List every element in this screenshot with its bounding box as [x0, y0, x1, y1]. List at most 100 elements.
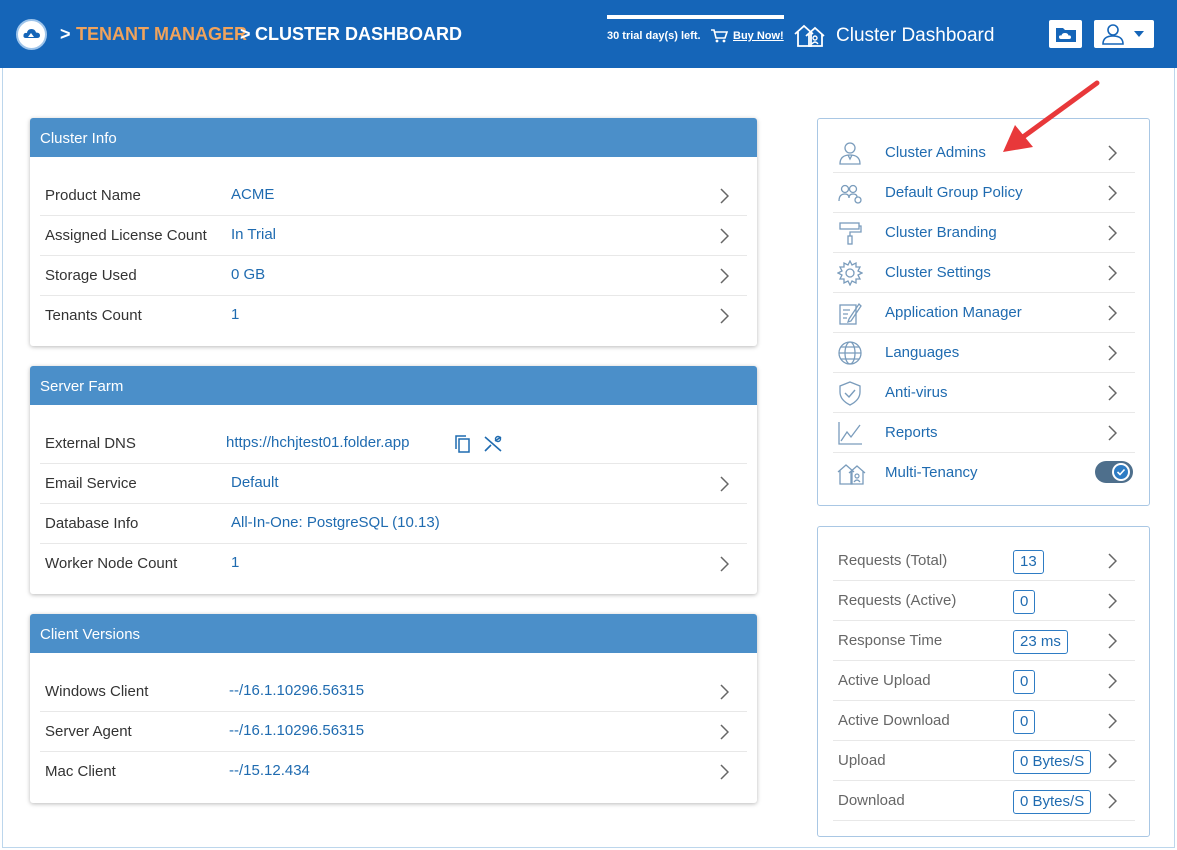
chevron-right-icon[interactable]	[719, 764, 729, 780]
buy-now-link[interactable]: Buy Now!	[733, 30, 784, 42]
stat-label: Response Time	[838, 632, 943, 649]
breadcrumb-tenant-manager[interactable]: TENANT MANAGER	[76, 24, 247, 45]
row-value[interactable]: --/16.1.10296.56315	[229, 682, 364, 699]
row-value[interactable]: --/16.1.10296.56315	[229, 722, 364, 739]
menu-item-cluster-settings[interactable]: Cluster Settings	[833, 253, 1135, 293]
stat-value-badge: 13	[1013, 550, 1044, 574]
cluster-info-row[interactable]: Storage Used 0 GB	[40, 256, 747, 296]
folder-icon	[1056, 28, 1076, 42]
stat-value-badge: 0	[1013, 590, 1036, 614]
chevron-right-icon	[1108, 425, 1117, 441]
row-label: Windows Client	[45, 683, 149, 700]
breadcrumb-separator: >	[240, 24, 251, 44]
external-dns-link[interactable]: https://hchjtest01.folder.app	[226, 434, 409, 451]
chevron-right-icon[interactable]	[719, 228, 729, 244]
menu-item-cluster-branding[interactable]: Cluster Branding	[833, 213, 1135, 253]
chevron-right-icon[interactable]	[1107, 673, 1117, 689]
trial-days-text: 30 trial day(s) left.	[607, 30, 701, 42]
chevron-right-icon	[1108, 145, 1117, 161]
row-value[interactable]: 1	[231, 306, 239, 323]
server-farm-card: Server Farm External DNS https://hchjtes…	[30, 366, 757, 594]
multi-tenancy-toggle[interactable]	[1095, 461, 1133, 483]
multi-tenancy-icon	[837, 464, 866, 485]
cluster-info-row[interactable]: Product Name ACME	[40, 176, 747, 216]
toggle-knob	[1112, 463, 1130, 481]
chevron-right-icon	[1108, 265, 1117, 281]
row-value[interactable]: 1	[231, 554, 239, 571]
chevron-right-icon[interactable]	[719, 556, 729, 572]
stat-row[interactable]: Response Time 23 ms	[833, 621, 1135, 661]
menu-item-default-group-policy[interactable]: Default Group Policy	[833, 173, 1135, 213]
stat-row[interactable]: Active Upload 0	[833, 661, 1135, 701]
chevron-right-icon[interactable]	[719, 188, 729, 204]
row-value[interactable]: 0 GB	[231, 266, 265, 283]
cluster-info-row[interactable]: Assigned License Count In Trial	[40, 216, 747, 256]
stats-panel: Requests (Total) 13 Requests (Active) 0 …	[817, 526, 1150, 837]
chevron-right-icon[interactable]	[1107, 753, 1117, 769]
client-version-row[interactable]: Server Agent --/16.1.10296.56315	[40, 712, 747, 752]
menu-item-application-manager[interactable]: Application Manager	[833, 293, 1135, 333]
multi-tenancy-house-icon	[794, 24, 825, 47]
tools-icon[interactable]	[483, 435, 503, 453]
chevron-right-icon[interactable]	[1107, 593, 1117, 609]
menu-item-label: Anti-virus	[885, 384, 948, 401]
row-label: External DNS	[45, 435, 136, 452]
stat-label: Requests (Total)	[838, 552, 948, 569]
chevron-right-icon[interactable]	[719, 268, 729, 284]
shield-icon	[839, 381, 861, 406]
stat-value-badge: 0	[1013, 710, 1036, 734]
client-version-row[interactable]: Windows Client --/16.1.10296.56315	[40, 672, 747, 712]
menu-item-label: Multi-Tenancy	[885, 464, 978, 481]
row-label: Mac Client	[45, 763, 116, 780]
page-title: Cluster Dashboard	[836, 25, 995, 46]
chevron-right-icon[interactable]	[719, 308, 729, 324]
chevron-right-icon[interactable]	[1107, 713, 1117, 729]
stat-row[interactable]: Upload 0 Bytes/S	[833, 741, 1135, 781]
row-label: Storage Used	[45, 267, 137, 284]
menu-item-label: Default Group Policy	[885, 184, 1023, 201]
stat-row[interactable]: Download 0 Bytes/S	[833, 781, 1135, 821]
chevron-right-icon[interactable]	[1107, 553, 1117, 569]
client-version-row[interactable]: Mac Client --/15.12.434	[40, 752, 747, 792]
cluster-info-card: Cluster Info Product Name ACME Assigned …	[30, 118, 757, 346]
server-farm-row: Database Info All-In-One: PostgreSQL (10…	[40, 504, 747, 544]
chevron-right-icon[interactable]	[719, 476, 729, 492]
globe-icon	[838, 341, 862, 365]
server-farm-row[interactable]: Worker Node Count 1	[40, 544, 747, 584]
row-value: All-In-One: PostgreSQL (10.13)	[231, 514, 440, 531]
row-label: Tenants Count	[45, 307, 142, 324]
copy-icon[interactable]	[455, 435, 471, 453]
chevron-right-icon[interactable]	[1107, 633, 1117, 649]
server-farm-row[interactable]: Email Service Default	[40, 464, 747, 504]
stat-row[interactable]: Requests (Active) 0	[833, 581, 1135, 621]
chevron-right-icon[interactable]	[1107, 793, 1117, 809]
row-value[interactable]: --/15.12.434	[229, 762, 310, 779]
row-label: Server Agent	[45, 723, 132, 740]
row-value[interactable]: Default	[231, 474, 279, 491]
row-value[interactable]: In Trial	[231, 226, 276, 243]
chevron-right-icon	[1108, 185, 1117, 201]
stat-value-badge: 23 ms	[1013, 630, 1068, 654]
user-menu-button[interactable]	[1094, 20, 1154, 48]
check-icon	[1114, 465, 1128, 479]
row-value[interactable]: ACME	[231, 186, 274, 203]
stat-row[interactable]: Requests (Total) 13	[833, 541, 1135, 581]
stat-row[interactable]: Active Download 0	[833, 701, 1135, 741]
chart-icon	[838, 422, 862, 445]
menu-item-languages[interactable]: Languages	[833, 333, 1135, 373]
cloud-logo-icon	[23, 29, 40, 38]
menu-item-anti-virus[interactable]: Anti-virus	[833, 373, 1135, 413]
cluster-info-row[interactable]: Tenants Count 1	[40, 296, 747, 336]
folder-button[interactable]	[1049, 20, 1082, 48]
settings-menu: Cluster Admins Default Group Policy Clus…	[817, 118, 1150, 506]
logo[interactable]	[16, 19, 47, 50]
menu-item-multi-tenancy[interactable]: Multi-Tenancy	[833, 453, 1135, 493]
chevron-right-icon	[1108, 385, 1117, 401]
chevron-right-icon[interactable]	[719, 724, 729, 740]
chevron-right-icon[interactable]	[719, 684, 729, 700]
caret-down-icon	[1134, 31, 1144, 37]
group-policy-icon	[838, 184, 862, 204]
menu-item-label: Application Manager	[885, 304, 1022, 321]
menu-item-reports[interactable]: Reports	[833, 413, 1135, 453]
card-title: Server Farm	[30, 366, 757, 405]
